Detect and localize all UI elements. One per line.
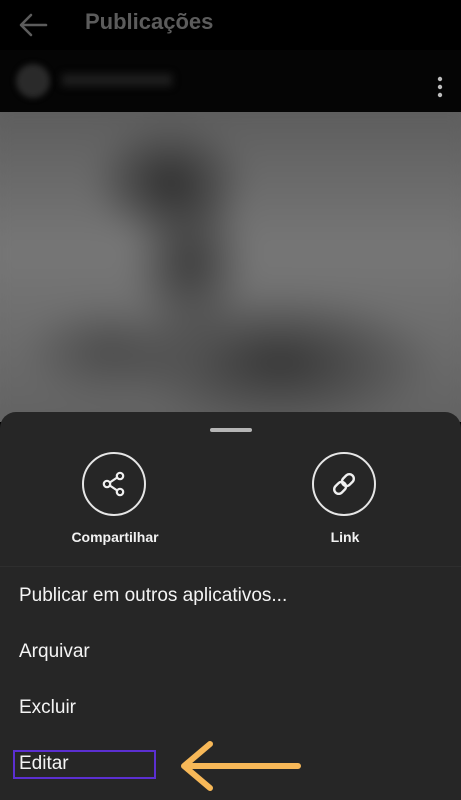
share-circle bbox=[82, 452, 146, 516]
share-action[interactable]: Compartilhar bbox=[35, 452, 195, 552]
arrow-left-annotation-icon bbox=[181, 741, 301, 791]
divider bbox=[0, 566, 461, 567]
more-options-button[interactable] bbox=[433, 76, 447, 98]
arrow-left-icon bbox=[19, 13, 48, 37]
more-vertical-icon bbox=[437, 76, 443, 98]
link-icon bbox=[332, 472, 356, 496]
link-label: Link bbox=[330, 529, 360, 545]
highlight-box bbox=[13, 750, 156, 779]
sheet-drag-handle[interactable] bbox=[210, 428, 252, 432]
photo-blur bbox=[0, 112, 461, 422]
menu-item-label: Arquivar bbox=[19, 641, 90, 662]
menu-item-label: Publicar em outros aplicativos... bbox=[19, 585, 288, 606]
app-screen: Publicações Compartilhar Link Publicar e… bbox=[0, 0, 461, 800]
share-label: Compartilhar bbox=[71, 529, 159, 545]
bottom-sheet: Compartilhar Link Publicar em outros apl… bbox=[0, 412, 461, 800]
top-bar: Publicações bbox=[0, 0, 461, 50]
username-blurred[interactable] bbox=[62, 74, 172, 86]
menu-item-delete[interactable]: Excluir bbox=[0, 681, 461, 737]
share-icon bbox=[102, 471, 125, 497]
back-button[interactable] bbox=[18, 12, 48, 38]
menu-item-archive[interactable]: Arquivar bbox=[0, 625, 461, 681]
link-circle bbox=[312, 452, 376, 516]
page-title: Publicações bbox=[85, 9, 214, 34]
menu-item-publish-other-apps[interactable]: Publicar em outros aplicativos... bbox=[0, 569, 461, 625]
link-action[interactable]: Link bbox=[265, 452, 425, 552]
post-header bbox=[0, 50, 461, 112]
menu-item-label: Excluir bbox=[19, 697, 77, 718]
annotation-arrow bbox=[176, 738, 304, 794]
avatar[interactable] bbox=[16, 64, 50, 98]
post-photo bbox=[0, 112, 461, 422]
